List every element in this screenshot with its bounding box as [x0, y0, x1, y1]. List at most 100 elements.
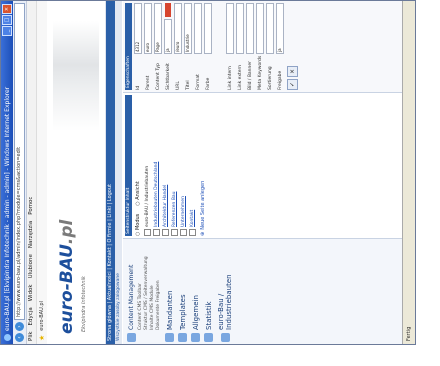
site-tagline: Ekvipindra Infotechnik — [81, 276, 87, 332]
property-row: Id 4312 — [134, 3, 142, 90]
close-button[interactable]: × — [2, 4, 12, 14]
main-area: Content Management Content CMS Toolbar S… — [123, 1, 403, 344]
template-icon — [178, 333, 187, 342]
top-navigation[interactable]: Strona główna | Aktualności | Kontakt | … — [106, 1, 115, 344]
sidebar-item-allgemein[interactable]: Allgemein — [191, 241, 200, 342]
sidebar-item-mandanten[interactable]: Mandanten — [165, 241, 174, 342]
url-input[interactable]: http://www.euro-bau.pl/admin/index.php?m… — [14, 3, 25, 320]
property-row: Farbe — [204, 3, 212, 90]
forward-icon[interactable]: › — [15, 322, 24, 331]
property-row: Content Typ Page — [154, 3, 162, 90]
site-header: euro-BAU.pl Ekvipindra Infotechnik — [47, 1, 106, 344]
sidebar-item-content-management[interactable]: Content Management — [127, 241, 136, 342]
expand-icon[interactable] — [162, 229, 169, 236]
browser-window: euro-BAU.pl [Ekvipindra Infotechnik - ad… — [0, 0, 416, 345]
property-field[interactable] — [204, 3, 212, 54]
menu-item-favorites[interactable]: Ulubione — [27, 254, 36, 278]
chart-icon — [204, 333, 213, 342]
property-row: Format — [194, 3, 202, 90]
property-field[interactable]: 4312 — [134, 3, 142, 54]
property-field[interactable] — [256, 3, 264, 54]
menu-item-tools[interactable]: Narzędzia — [27, 221, 36, 248]
sidebar-item-industriebauten[interactable]: euro-Bau / Industriebauten — [217, 241, 233, 342]
property-field[interactable] — [194, 3, 202, 54]
menu-item-view[interactable]: Widok — [27, 284, 36, 301]
menu-item-file[interactable]: Plik — [27, 331, 36, 341]
tree-item[interactable]: Kontakt — [189, 95, 196, 236]
folder-icon — [127, 333, 136, 342]
expand-icon[interactable] — [171, 229, 178, 236]
sidebar-item-templates[interactable]: Templates — [178, 241, 187, 342]
minimize-button[interactable]: _ — [2, 26, 12, 36]
sidebar-subitem[interactable]: Dokumente Freigaben — [156, 241, 161, 342]
property-row: Bild / Banner — [246, 3, 254, 90]
menu-item-help[interactable]: Pomoc — [27, 197, 36, 215]
menu-bar: Plik Edycja Widok Ulubione Narzędzia Pom… — [27, 1, 37, 344]
tree-item[interactable]: Unternehmen — [180, 95, 187, 236]
property-row: URL/euro — [174, 3, 182, 90]
expand-icon[interactable] — [144, 229, 151, 236]
property-field[interactable]: Industrie — [184, 3, 192, 54]
sidebar-subitem[interactable]: Content CMS Toolbar — [138, 241, 143, 342]
panel-title: Seitenstruktur Inhalt — [125, 95, 132, 236]
properties-panel: Eigenschaften Id 4312 Parent euro Content … — [123, 1, 403, 93]
maximize-button[interactable]: □ — [2, 15, 12, 25]
mode-radios: ○ Modus ○ Ansicht — [135, 95, 141, 236]
tree-item[interactable]: Industriebauten Deutschland — [153, 95, 160, 236]
properties-title: Eigenschaften — [125, 3, 132, 90]
header-photo — [53, 21, 99, 131]
sidebar-item-statistik[interactable]: Statistik — [204, 241, 213, 342]
settings-icon — [191, 333, 200, 342]
property-row: Link intern — [226, 3, 234, 90]
add-icon: ⊕ — [200, 231, 206, 236]
favorites-star-icon[interactable]: ★ — [38, 335, 46, 341]
property-field[interactable]: ja — [164, 19, 172, 54]
window-controls: _ □ × — [2, 4, 12, 36]
address-bar: ‹ › http://www.euro-bau.pl/admin/index.p… — [13, 1, 27, 344]
property-field[interactable]: euro — [144, 3, 152, 54]
save-icon[interactable]: ✓ — [287, 79, 298, 90]
property-actions: ✓ × — [287, 3, 298, 90]
property-row: Titel Industrie — [184, 3, 192, 90]
status-bar: Fertig — [402, 1, 415, 344]
property-field[interactable]: /euro — [174, 3, 182, 54]
close-icon[interactable]: × — [287, 66, 298, 77]
add-page-link[interactable]: ⊕ Neue Seite anlegen — [200, 95, 206, 236]
sidebar-subitem[interactable]: Struktur CMS / Seitenverwaltung — [144, 241, 149, 342]
radio-view[interactable]: ○ Ansicht — [135, 181, 141, 205]
expand-icon[interactable] — [153, 229, 160, 236]
property-field[interactable] — [266, 3, 274, 54]
property-field[interactable] — [246, 3, 254, 54]
tab-page[interactable]: euro-BAU.pl — [39, 301, 45, 331]
window-title: euro-BAU.pl [Ekvipindra Infotechnik - ad… — [3, 86, 11, 331]
expand-icon[interactable] — [180, 229, 187, 236]
property-row: Link extern — [236, 3, 244, 90]
property-field[interactable]: ja — [276, 3, 284, 54]
page-content: euro-BAU.pl Ekvipindra Infotechnik Stron… — [47, 1, 403, 344]
property-row: Parent euro — [144, 3, 152, 90]
users-icon — [165, 333, 174, 342]
menu-item-edit[interactable]: Edycja — [27, 307, 36, 325]
tree-item[interactable]: Architektur Handel — [162, 95, 169, 236]
radio-mode[interactable]: ○ Modus — [135, 214, 141, 236]
property-field[interactable] — [236, 3, 244, 54]
ie-icon — [3, 334, 11, 341]
structure-panel: Seitenstruktur Inhalt ○ Modus ○ Ansicht … — [123, 93, 403, 238]
property-row: Freigabe ja — [276, 3, 284, 90]
color-swatch[interactable] — [165, 3, 171, 17]
back-icon[interactable]: ‹ — [15, 333, 24, 342]
site-logo[interactable]: euro-BAU.pl — [57, 220, 77, 334]
property-row: Meta Keywords — [256, 3, 264, 90]
property-field[interactable] — [226, 3, 234, 54]
property-row: Sichtbarkeit ja — [164, 3, 172, 90]
tree-item[interactable]: euro-BAU / Industriebauten — [144, 95, 151, 236]
expand-icon[interactable] — [189, 229, 196, 236]
property-field[interactable]: Page — [154, 3, 162, 54]
sub-navigation: Wszystkie zasoby zalogowane — [115, 1, 122, 344]
tree-item[interactable]: Referenzen Bau — [171, 95, 178, 236]
page-icon — [220, 333, 230, 342]
title-bar: euro-BAU.pl [Ekvipindra Infotechnik - ad… — [1, 1, 13, 344]
property-row: Sortierung — [266, 3, 274, 90]
sidebar: Content Management Content CMS Toolbar S… — [123, 238, 403, 344]
sidebar-subitem[interactable]: Inhalte CMS Module — [150, 241, 155, 342]
